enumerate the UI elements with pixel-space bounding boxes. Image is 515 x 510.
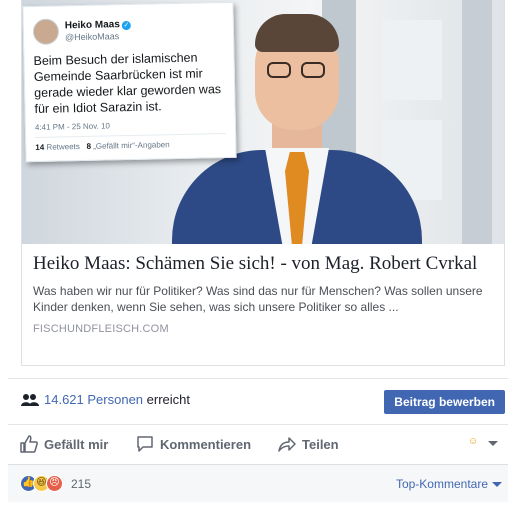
thumbs-up-icon [20, 435, 38, 453]
like-button[interactable]: Gefällt mir [20, 433, 108, 455]
tweet-likes-count: 8 [86, 141, 92, 151]
post-actions: Gefällt mir Kommentieren Teilen ☺ [8, 425, 508, 463]
tweet-text: Beim Besuch der islamischen Gemeinde Saa… [33, 50, 222, 116]
link-preview-card[interactable]: Heiko Maas ✓ @HeikoMaas Beim Besuch der i… [21, 0, 505, 366]
tweet-author: Heiko Maas ✓ @HeikoMaas [65, 18, 131, 42]
facebook-post: Heiko Maas ✓ @HeikoMaas Beim Besuch der i… [8, 0, 508, 510]
comment-icon [137, 436, 153, 452]
tweet-avatar [32, 18, 60, 46]
audience-selector[interactable]: ☺ [468, 436, 498, 450]
link-description: Was haben wir nur für Politiker? Was sin… [33, 284, 483, 314]
preview-image[interactable]: Heiko Maas ✓ @HeikoMaas Beim Besuch der i… [22, 0, 504, 244]
reactions-row: 👍 😆 😠 215 Top-Kommentare [8, 464, 508, 502]
reach-text: 14.621 Personen erreicht [44, 392, 190, 407]
link-text-block[interactable]: Heiko Maas: Schämen Sie sich! - von Mag.… [33, 253, 495, 335]
tweet-name: Heiko Maas ✓ [64, 18, 131, 31]
tweet-handle: @HeikoMaas [64, 30, 120, 42]
reach-count-link[interactable]: 14.621 Personen [44, 392, 143, 407]
promote-post-button[interactable]: Beitrag bewerben [384, 390, 505, 414]
tweet-likes-label: „Gefällt mir“-Angaben [93, 140, 170, 151]
reaction-count[interactable]: 215 [71, 477, 91, 491]
page-avatar-icon: ☺ [468, 436, 479, 447]
reach-row: 14.621 Personen erreicht Beitrag bewerbe… [8, 380, 508, 424]
share-button[interactable]: Teilen [278, 433, 339, 455]
reaction-icons[interactable]: 👍 😆 😠 [20, 475, 63, 492]
background-window [382, 20, 442, 100]
angry-reaction-icon: 😠 [46, 475, 63, 492]
chevron-down-icon [488, 440, 498, 446]
link-title[interactable]: Heiko Maas: Schämen Sie sich! - von Mag.… [33, 253, 495, 275]
like-label: Gefällt mir [44, 436, 109, 452]
tweet-stats: 14 Retweets 8 „Gefällt mir“-Angaben [35, 139, 226, 152]
tweet-retweets-label: Retweets [46, 142, 80, 152]
comment-sort-label: Top-Kommentare [395, 477, 488, 491]
person-glasses [267, 62, 329, 78]
share-label: Teilen [302, 436, 339, 452]
background-pillar [462, 0, 492, 244]
tweet-retweets-count: 14 [35, 142, 45, 152]
link-domain: FISCHUNDFLEISCH.COM [33, 323, 169, 335]
embedded-tweet: Heiko Maas ✓ @HeikoMaas Beim Besuch der i… [22, 1, 237, 163]
chevron-down-icon [492, 481, 502, 487]
verified-badge-icon: ✓ [121, 20, 131, 30]
people-icon [21, 394, 39, 406]
share-arrow-icon [278, 437, 296, 452]
tweet-time: 4:41 PM - 25 Nov. 10 [34, 118, 227, 138]
comment-button[interactable]: Kommentieren [136, 433, 251, 455]
comment-label: Kommentieren [160, 436, 252, 452]
tweet-header: Heiko Maas ✓ @HeikoMaas [32, 11, 225, 49]
comment-sort-dropdown[interactable]: Top-Kommentare [396, 477, 502, 491]
person-hair [255, 14, 339, 52]
divider [8, 378, 508, 379]
reach-suffix: erreicht [146, 392, 191, 407]
